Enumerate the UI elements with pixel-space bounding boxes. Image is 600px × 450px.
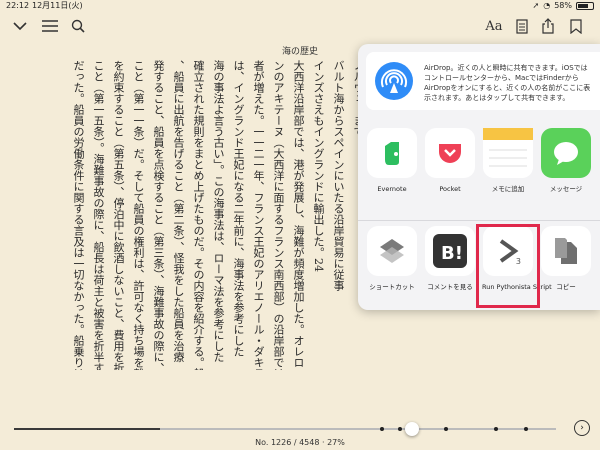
svg-text:B!: B! xyxy=(441,243,463,264)
app-label: ショートカット xyxy=(369,283,415,291)
page-text: ノルウェーまで、バルト海からスペインにいたる沿岸貿易に従事インズさえもイングラン… xyxy=(66,60,366,370)
hatena-share-button[interactable]: B! コメントを見る xyxy=(424,226,476,291)
reader-footer: › No. 1226 / 4548 · 27% xyxy=(0,380,600,450)
text-column: ンのアキテーヌ（大西洋に面するフランス南西部）の沿岸部では、漂流物を xyxy=(272,60,285,370)
reader-screen: 22:12 12月11日(火) ➚ ◔ 58% Aa 海の歴史 ノルウェーまで xyxy=(0,0,600,450)
text-column: こと（第一一条）だ。そして船員の権利は、許可なく持ち場を離れ xyxy=(132,60,145,370)
chevron-down-icon[interactable] xyxy=(10,16,30,36)
font-settings-button[interactable]: Aa xyxy=(483,16,505,36)
status-right: ➚ ◔ 58% xyxy=(533,0,594,12)
notes-share-button[interactable]: メモに追加 xyxy=(482,128,534,193)
copy-icon xyxy=(541,226,591,276)
document-icon[interactable] xyxy=(512,16,532,36)
chapter-dot xyxy=(398,427,402,431)
share-apps-row: Evernote Pocket メモに追加 メッセージ xyxy=(358,128,600,214)
text-column: 、船員に出航を告げること（第二条）、怪我をした船員を治療 xyxy=(172,60,185,363)
text-column: を約束すること（第五条）、停泊中に飲酒しないこと、費用を折半すること xyxy=(112,60,125,370)
highlight-box xyxy=(476,224,540,308)
share-sheet: AirDrop。近くの人と瞬時に共有できます。iOSではコントロールセンターから… xyxy=(358,44,600,310)
progress-slider[interactable] xyxy=(14,422,556,436)
shortcuts-share-button[interactable]: ショートカット xyxy=(366,226,418,291)
chapter-dot xyxy=(444,427,448,431)
share-divider xyxy=(358,220,600,221)
progress-knob[interactable] xyxy=(405,422,420,436)
status-time: 22:12 xyxy=(6,1,30,10)
messages-share-button[interactable]: メッセージ xyxy=(540,128,592,193)
progress-fill xyxy=(14,428,161,430)
share-icon[interactable] xyxy=(538,16,558,36)
airdrop-description: AirDrop。近くの人と瞬時に共有できます。iOSではコントロールセンターから… xyxy=(424,64,591,102)
battery-icon xyxy=(576,2,594,10)
app-label: Pocket xyxy=(439,185,461,193)
text-column: は、イングランド王妃になる二年前に、海事法を参考にした xyxy=(232,60,245,357)
bookmark-icon[interactable] xyxy=(566,16,586,36)
hatena-icon: B! xyxy=(425,226,475,276)
page-info: No. 1226 / 4548 · 27% xyxy=(255,438,345,447)
text-column: だった。船員の労働条件に関する言及は一切なかった。船乗りは奴隷に xyxy=(72,60,85,370)
app-label: Evernote xyxy=(377,185,407,193)
location-icon: ➚ xyxy=(532,1,540,10)
chapter-dot xyxy=(494,427,498,431)
wifi-icon: ◔ xyxy=(543,1,551,10)
notes-icon xyxy=(483,128,533,178)
text-column: バルト海からスペインにいたる沿岸貿易に従事 xyxy=(332,60,345,291)
chapter-dot xyxy=(380,427,384,431)
copy-share-button[interactable]: コピー xyxy=(540,226,592,291)
app-label: メッセージ xyxy=(549,185,583,193)
app-label: メモに追加 xyxy=(491,185,525,193)
pocket-share-button[interactable]: Pocket xyxy=(424,128,476,193)
chapter-dot xyxy=(524,427,528,431)
reader-toolbar: Aa xyxy=(0,12,600,40)
evernote-icon xyxy=(367,128,417,178)
next-chapter-icon[interactable]: › xyxy=(574,420,590,436)
app-label: コピー xyxy=(556,283,576,291)
text-column: インズさえもイングランドに輸出した。24 xyxy=(312,60,325,272)
shortcuts-icon xyxy=(367,226,417,276)
search-icon[interactable] xyxy=(68,16,88,36)
text-column: 大西洋沿岸部では、港が発展し、海難が頻度増加した。オレロン xyxy=(292,60,305,370)
battery-percent: 58% xyxy=(554,1,572,10)
text-column: 海の事法よ言う古い」。この海事法は、ローマ法を参考にした（先ほど述べた xyxy=(212,60,225,370)
text-column: 発すること、船員を点検すること（第三条）、海難事故の際に、積荷を海 xyxy=(152,60,165,370)
list-icon[interactable] xyxy=(40,16,60,36)
pocket-icon xyxy=(425,128,475,178)
app-label: コメントを見る xyxy=(427,283,473,291)
status-bar: 22:12 12月11日(火) ➚ ◔ 58% xyxy=(0,0,600,12)
text-column: 者が増えた。一一二一年、フランス王妃のアリエノール・ダキテ xyxy=(252,60,265,370)
airdrop-panel[interactable]: AirDrop。近くの人と瞬時に共有できます。iOSではコントロールセンターから… xyxy=(366,52,600,110)
airdrop-icon xyxy=(375,62,413,100)
text-column: こと（第一五条）。海難事故の際に、船長は荷主と被害を折半すること xyxy=(92,60,105,370)
messages-icon xyxy=(541,128,591,178)
text-column: 確立された規則をまとめ上げたものだ。その内容を紹介する。船長の義 xyxy=(192,60,205,370)
status-date: 12月11日(火) xyxy=(32,1,83,10)
evernote-share-button[interactable]: Evernote xyxy=(366,128,418,193)
